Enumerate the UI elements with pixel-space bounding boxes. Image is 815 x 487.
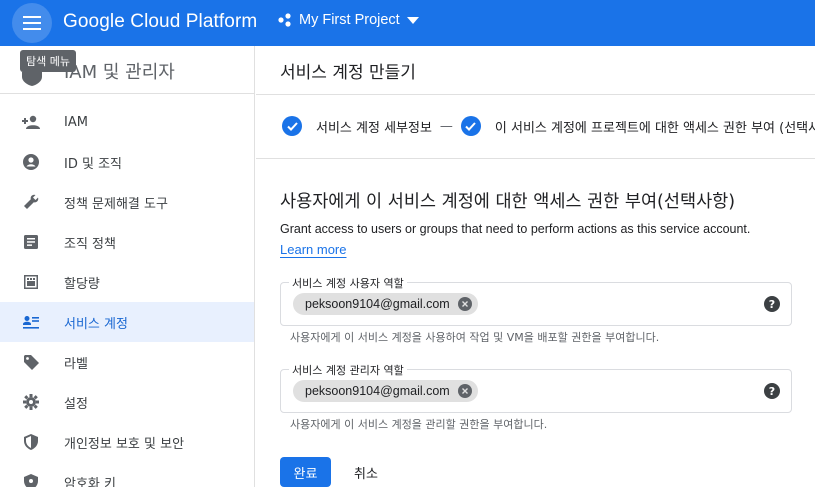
chip-label: peksoon9104@gmail.com [305, 384, 450, 398]
project-dots-icon [278, 13, 291, 27]
project-name: My First Project [299, 12, 400, 28]
top-app-bar: Google Cloud Platform My First Project [0, 0, 815, 46]
hamburger-menu-icon [23, 16, 41, 30]
sidebar-item-org-policies[interactable]: 조직 정책 [0, 222, 254, 262]
header-divider [256, 94, 815, 95]
service-account-admin-role-field[interactable]: 서비스 계정 관리자 역할 peksoon9104@gmail.com ? [280, 362, 792, 413]
chip-remove-icon[interactable] [457, 297, 472, 311]
help-icon[interactable]: ? [764, 296, 780, 312]
field-label: 서비스 계정 사용자 역할 [289, 275, 407, 291]
stepper: 서비스 계정 세부정보 — 이 서비스 계정에 프로젝트에 대한 액세스 권한 … [282, 116, 815, 136]
wrench-icon [22, 193, 40, 211]
sidebar-item-label: 정책 문제해결 도구 [64, 196, 168, 212]
sidebar-item-label: ID 및 조직 [64, 156, 122, 172]
navigation-menu-button[interactable] [12, 3, 52, 43]
account-circle-icon [22, 153, 40, 171]
field-hint: 사용자에게 이 서비스 계정을 관리할 권한을 부여합니다. [290, 418, 548, 431]
shield-icon [22, 433, 40, 451]
chevron-down-icon [406, 16, 419, 24]
label-icon [22, 353, 40, 371]
page-title: 서비스 계정 만들기 [280, 63, 416, 83]
step-complete-check-icon [460, 116, 481, 136]
sidebar-item-label: IAM [64, 114, 88, 130]
help-icon[interactable]: ? [764, 383, 780, 399]
sidebar-item-service-accounts[interactable]: 서비스 계정 [0, 302, 254, 342]
person-add-icon [22, 113, 40, 131]
service-account-icon [22, 313, 40, 331]
sidebar-item-quotas[interactable]: 할당량 [0, 262, 254, 302]
sidebar-item-label: 서비스 계정 [64, 316, 128, 332]
sidebar-item-label: 설정 [64, 396, 88, 412]
project-selector[interactable]: My First Project [278, 12, 419, 28]
sidebar-title: IAM 및 관리자 [64, 62, 175, 83]
main-content: 서비스 계정 만들기 서비스 계정 세부정보 — 이 서비스 계정에 프로젝트에… [256, 46, 815, 487]
quota-icon [22, 273, 40, 291]
sidebar-item-label: 할당량 [64, 276, 100, 292]
step-label[interactable]: 서비스 계정 세부정보 [316, 117, 432, 136]
key-icon [22, 473, 40, 487]
step-separator: — [439, 118, 453, 134]
done-button[interactable]: 완료 [280, 457, 331, 487]
sidebar-item-label: 암호화 키 [64, 476, 116, 487]
steps-divider [256, 158, 815, 159]
email-chip: peksoon9104@gmail.com [293, 380, 478, 402]
sidebar-item-iam[interactable]: IAM [0, 102, 254, 142]
sidebar-item-label: 라벨 [64, 356, 88, 372]
sidebar-item-privacy-security[interactable]: 개인정보 보호 및 보안 [0, 422, 254, 462]
sidebar: IAM 및 관리자 IAM ID 및 조직 정책 문제해결 도구 조직 정책 할… [0, 46, 255, 487]
step-label[interactable]: 이 서비스 계정에 프로젝트에 대한 액세스 권한 부여 (선택사항) [495, 117, 815, 136]
service-account-user-role-field[interactable]: 서비스 계정 사용자 역할 peksoon9104@gmail.com ? [280, 275, 792, 326]
sidebar-item-label: 개인정보 보호 및 보안 [64, 436, 185, 452]
section-description: Grant access to users or groups that nee… [280, 222, 751, 236]
brand-title[interactable]: Google Cloud Platform [63, 11, 257, 33]
field-label: 서비스 계정 관리자 역할 [289, 362, 407, 378]
learn-more-link[interactable]: Learn more [280, 242, 346, 257]
sidebar-item-labels[interactable]: 라벨 [0, 342, 254, 382]
article-icon [22, 233, 40, 251]
email-chip: peksoon9104@gmail.com [293, 293, 478, 315]
sidebar-item-label: 조직 정책 [64, 236, 116, 252]
sidebar-item-policy-troubleshooter[interactable]: 정책 문제해결 도구 [0, 182, 254, 222]
chip-label: peksoon9104@gmail.com [305, 297, 450, 311]
gear-icon [22, 393, 40, 411]
chip-remove-icon[interactable] [457, 384, 472, 398]
section-title: 사용자에게 이 서비스 계정에 대한 액세스 권한 부여(선택사항) [280, 192, 736, 212]
cancel-button[interactable]: 취소 [346, 457, 386, 487]
field-hint: 사용자에게 이 서비스 계정을 사용하여 작업 및 VM을 배포할 권한을 부여… [290, 331, 660, 344]
sidebar-item-settings[interactable]: 설정 [0, 382, 254, 422]
sidebar-item-encryption-keys[interactable]: 암호화 키 [0, 462, 254, 487]
nav-menu-tooltip: 탐색 메뉴 [20, 50, 76, 72]
step-complete-check-icon [282, 116, 302, 136]
sidebar-item-identity-org[interactable]: ID 및 조직 [0, 142, 254, 182]
